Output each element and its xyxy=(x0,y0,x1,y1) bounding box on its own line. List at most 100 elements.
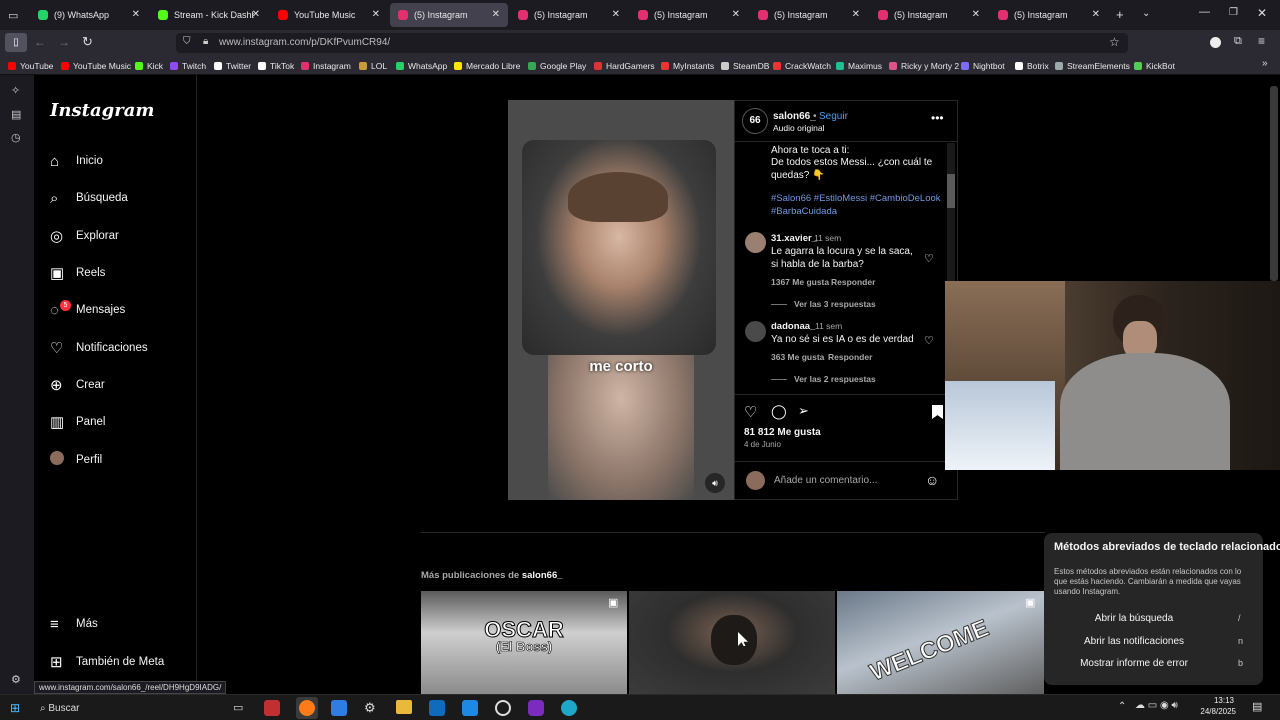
tab[interactable]: (5) Instagram ✕ xyxy=(750,3,868,27)
close-tab-icon[interactable]: ✕ xyxy=(252,9,260,20)
firefox-taskbar-item[interactable] xyxy=(296,697,318,719)
comment-avatar[interactable] xyxy=(745,321,766,342)
bookmark-item[interactable]: Ricky y Morty 2 xyxy=(889,57,959,74)
comment-user[interactable]: dadonaa_ xyxy=(771,321,815,332)
grid-post-3[interactable]: WELCOME ▣ xyxy=(837,591,1044,695)
tab[interactable]: Stream - Kick Dashboard✕ xyxy=(150,3,268,27)
view-replies-button[interactable]: Ver las 2 respuestas xyxy=(794,374,876,384)
tab-list-icon[interactable]: ⌄ xyxy=(1142,8,1150,19)
settings-icon[interactable]: ⚙ xyxy=(364,700,376,716)
shortcut-row[interactable]: Mostrar informe de error b xyxy=(1044,658,1263,676)
obs-icon[interactable] xyxy=(495,700,511,716)
grid-post-2[interactable] xyxy=(629,591,835,695)
bookmark-item[interactable]: LOL xyxy=(359,57,387,74)
nav-perfil[interactable]: Perfil xyxy=(50,448,102,472)
bookmark-item[interactable]: Botrix xyxy=(1015,57,1049,74)
tray-icons[interactable]: ☁ ▭ ◉ 🔊︎ xyxy=(1135,700,1178,711)
bookmark-item[interactable]: YouTube xyxy=(8,57,53,74)
synced-tabs-icon[interactable]: ▤ xyxy=(11,108,21,121)
bookmark-item[interactable]: Mercado Libre xyxy=(454,57,520,74)
app-icon[interactable] xyxy=(462,700,478,716)
tray-chevron-icon[interactable]: ⌃ xyxy=(1118,701,1126,712)
outlook-icon[interactable] xyxy=(429,700,445,716)
follow-button[interactable]: Seguir xyxy=(819,111,848,122)
account-icon[interactable] xyxy=(1210,37,1221,48)
taskbar-date[interactable]: 24/8/2025 xyxy=(1196,707,1236,716)
sound-icon[interactable]: 🔊︎ xyxy=(705,473,725,493)
emoji-icon[interactable]: ☺ xyxy=(925,472,939,488)
tab[interactable]: YouTube Music ✕ xyxy=(270,3,388,27)
app-icon[interactable] xyxy=(528,700,544,716)
nav-panel[interactable]: ▥ Panel xyxy=(50,410,105,434)
instagram-logo[interactable]: Instagram xyxy=(50,100,154,121)
view-replies-button[interactable]: Ver las 3 respuestas xyxy=(794,299,876,309)
close-tab-icon[interactable]: ✕ xyxy=(492,9,500,20)
history-icon[interactable]: ◷ xyxy=(11,131,21,144)
more-posts-user[interactable]: salon66_ xyxy=(522,570,563,581)
bookmark-item[interactable]: Instagram xyxy=(301,57,351,74)
task-view-icon[interactable]: ▭ xyxy=(233,701,243,714)
post-username[interactable]: salon66_ xyxy=(773,111,816,122)
reload-icon[interactable]: ↻ xyxy=(82,34,93,50)
tab[interactable]: (5) Instagram ✕ xyxy=(990,3,1108,27)
tab-overview-icon[interactable]: ▭ xyxy=(8,9,18,22)
comment-like-icon[interactable]: ♡ xyxy=(924,252,934,265)
bookmark-item[interactable]: WhatsApp xyxy=(396,57,447,74)
comments-scrollbar-thumb[interactable] xyxy=(947,174,955,208)
close-tab-icon[interactable]: ✕ xyxy=(732,9,740,20)
bookmark-item[interactable]: KickBot xyxy=(1134,57,1175,74)
avatar[interactable]: 66 xyxy=(742,108,768,134)
tab[interactable]: (5) Instagram ✕ xyxy=(870,3,988,27)
more-options-icon[interactable]: ••• xyxy=(931,111,944,125)
shortcut-row[interactable]: Abrir las notificaciones n xyxy=(1044,636,1263,654)
likes-count[interactable]: 81 812 Me gusta xyxy=(744,427,821,438)
tab[interactable]: (5) Instagram ✕ xyxy=(390,3,508,27)
taskbar-search[interactable]: ⌕ Buscar xyxy=(40,703,80,714)
tab[interactable]: (5) Instagram ✕ xyxy=(510,3,628,27)
lock-icon[interactable]: 🔒︎ xyxy=(203,36,208,47)
windows-start-icon[interactable]: ⊞ xyxy=(10,701,20,715)
back-icon[interactable]: ← xyxy=(34,35,46,49)
bookmark-item[interactable]: CrackWatch xyxy=(773,57,831,74)
bookmark-item[interactable]: Twitch xyxy=(170,57,206,74)
sidebar-toggle-icon[interactable]: ▯ xyxy=(5,33,27,52)
page-scrollbar[interactable] xyxy=(1270,86,1278,281)
ai-icon[interactable]: ✧ xyxy=(11,84,20,97)
nav-reels[interactable]: ▣ Reels xyxy=(50,261,105,285)
bookmark-item[interactable]: TikTok xyxy=(258,57,294,74)
nav-inicio[interactable]: ⌂ Inicio xyxy=(50,149,103,173)
notifications-icon[interactable]: ▤ xyxy=(1252,700,1262,713)
bookmark-item[interactable]: Nightbot xyxy=(961,57,1005,74)
store-icon[interactable] xyxy=(331,700,347,716)
grid-post-1[interactable]: OSCAR (El Boss) ▣ xyxy=(421,591,627,695)
taskbar-time[interactable]: 13:13 xyxy=(1210,696,1234,705)
reply-button[interactable]: Responder xyxy=(831,277,875,287)
reel-video[interactable]: me corto 🔊︎ xyxy=(508,100,734,500)
share-icon[interactable]: ➢ xyxy=(798,403,809,419)
nav-meta[interactable]: ⊞ También de Meta xyxy=(50,650,164,674)
close-tab-icon[interactable]: ✕ xyxy=(132,9,140,20)
close-tab-icon[interactable]: ✕ xyxy=(372,9,380,20)
menu-icon[interactable]: ≡ xyxy=(1258,34,1265,48)
app-icon[interactable] xyxy=(264,700,280,716)
caption-hashtags[interactable]: #Salon66 #EstiloMessi #CambioDeLook #Bar… xyxy=(771,192,941,218)
close-tab-icon[interactable]: ✕ xyxy=(972,9,980,20)
url-bar[interactable]: www.instagram.com/p/DKfPvumCR94/ xyxy=(176,33,1128,53)
more-bookmarks-icon[interactable]: » xyxy=(1262,58,1268,69)
settings-icon[interactable]: ⚙ xyxy=(11,673,21,686)
bookmark-item[interactable]: Google Play xyxy=(528,57,586,74)
close-tab-icon[interactable]: ✕ xyxy=(1092,9,1100,20)
comment-avatar[interactable] xyxy=(745,232,766,253)
maximize-icon[interactable]: ❐ xyxy=(1229,7,1238,18)
bookmark-item[interactable]: SteamDB xyxy=(721,57,769,74)
nav-crear[interactable]: ⊕ Crear xyxy=(50,373,105,397)
close-tab-icon[interactable]: ✕ xyxy=(852,9,860,20)
forward-icon[interactable]: → xyxy=(58,35,70,49)
comment-likes[interactable]: 363 Me gusta xyxy=(771,352,824,362)
close-tab-icon[interactable]: ✕ xyxy=(612,9,620,20)
nav-notificaciones[interactable]: ♡ Notificaciones xyxy=(50,336,148,360)
bookmark-item[interactable]: Twitter xyxy=(214,57,251,74)
comment-icon[interactable]: ◯ xyxy=(771,403,787,420)
bookmark-item[interactable]: Kick xyxy=(135,57,163,74)
bookmark-star-icon[interactable]: ☆ xyxy=(1109,35,1120,49)
